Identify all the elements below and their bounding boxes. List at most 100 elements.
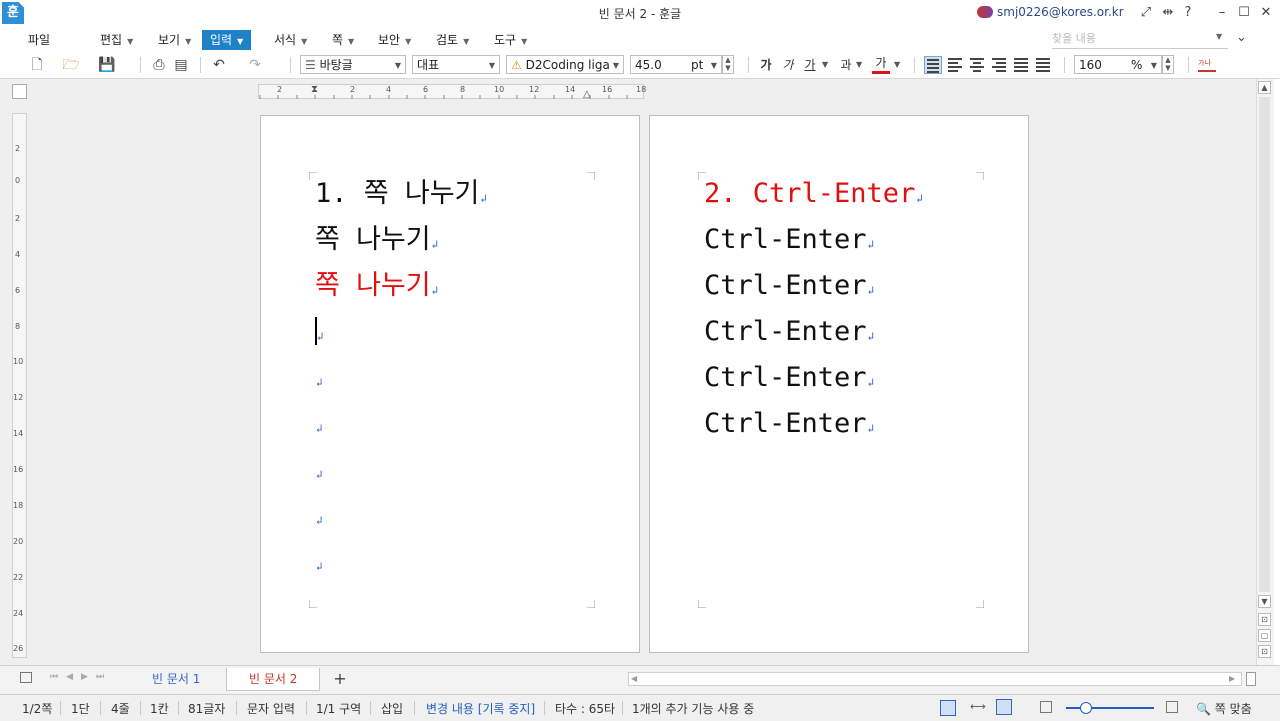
close-button[interactable]: ✕ — [1256, 3, 1276, 23]
align-left-button[interactable] — [946, 56, 964, 74]
align-center-button[interactable] — [968, 56, 986, 74]
page-select-icon[interactable]: ▢ — [1258, 629, 1271, 642]
menu-tools[interactable]: 도구 ▼ — [486, 30, 535, 50]
paragraph[interactable]: ↲ — [315, 355, 487, 401]
indent-marker-icon[interactable]: ⧗ — [311, 84, 318, 95]
paragraph[interactable]: ↲ — [315, 493, 487, 539]
status-input-mode[interactable]: 문자 입력 — [247, 700, 295, 717]
zoom-stepper[interactable]: ▲ ▼ — [1162, 55, 1174, 74]
paragraph[interactable]: Ctrl-Enter↲ — [704, 263, 923, 309]
undo-icon[interactable]: ↶ — [210, 56, 228, 74]
maximize-button[interactable]: ☐ — [1234, 3, 1254, 23]
ruler-corner-icon[interactable] — [12, 84, 27, 99]
font-size-input[interactable]: 45.0 pt ▼ — [630, 55, 722, 74]
zoom-slider-knob[interactable] — [1080, 702, 1092, 714]
new-document-icon[interactable]: 🗋 — [28, 56, 46, 74]
paragraph[interactable]: 쪽 나누기↲ — [315, 217, 487, 263]
menu-format[interactable]: 서식 ▼ — [266, 30, 315, 50]
italic-button[interactable]: 가 — [780, 56, 796, 74]
zoom-in-icon[interactable] — [1166, 701, 1178, 713]
menu-edit[interactable]: 편집 ▼ — [92, 30, 141, 50]
paragraph[interactable]: Ctrl-Enter↲ — [704, 217, 923, 263]
scroll-right-icon[interactable]: ▶ — [1229, 674, 1235, 683]
page-1[interactable]: 1. 쪽 나누기↲ 쪽 나누기↲ 쪽 나누기↲ ↲ ↲ ↲ ↲ ↲ ↲ — [260, 115, 640, 653]
font-size-stepper[interactable]: ▲ ▼ — [722, 55, 734, 74]
right-margin-marker-icon[interactable]: △ — [583, 89, 591, 100]
paragraph[interactable]: Ctrl-Enter↲ — [704, 355, 923, 401]
menu-insert[interactable]: 입력 ▼ — [202, 30, 252, 50]
scroll-left-icon[interactable]: ◀ — [631, 674, 637, 683]
page-1-body[interactable]: 1. 쪽 나누기↲ 쪽 나누기↲ 쪽 나누기↲ ↲ ↲ ↲ ↲ ↲ ↲ — [315, 171, 487, 585]
horizontal-ruler[interactable]: 2 2 4 6 8 10 12 14 16 18 ⧗ △ — [258, 84, 646, 100]
help-icon[interactable]: ? — [1178, 3, 1198, 23]
normal-view-icon[interactable] — [940, 700, 956, 716]
zoom-select[interactable]: 160 % ▼ — [1074, 55, 1162, 74]
redo-icon[interactable]: ↷ — [246, 56, 264, 74]
status-insert-mode[interactable]: 삽입 — [381, 700, 403, 717]
paragraph[interactable]: ↲ — [315, 309, 487, 355]
chevron-down-icon[interactable]: ▼ — [894, 60, 900, 69]
minimize-button[interactable]: – — [1212, 3, 1232, 23]
fit-page-button[interactable]: 🔍 쪽 맞춤 — [1196, 700, 1252, 717]
preview-icon[interactable]: ▤ — [172, 56, 190, 74]
paragraph-text: 쪽 나누기 — [315, 270, 431, 301]
bold-button[interactable]: 가 — [758, 56, 774, 74]
comment-icon[interactable] — [20, 672, 32, 683]
menu-page[interactable]: 쪽 ▼ — [324, 30, 362, 50]
split-handle-icon[interactable] — [1246, 672, 1256, 686]
underline-button[interactable]: 가 — [802, 56, 818, 74]
zoom-out-icon[interactable] — [1040, 701, 1052, 713]
print-icon[interactable]: ⎙ — [150, 56, 168, 74]
font-group-select[interactable]: 대표 ▼ — [412, 55, 500, 74]
paragraph[interactable]: ↲ — [315, 447, 487, 493]
save-icon[interactable]: 💾 — [98, 56, 116, 74]
horizontal-scrollbar[interactable]: ◀ ▶ — [628, 672, 1242, 686]
paragraph[interactable]: 1. 쪽 나누기↲ — [315, 171, 487, 217]
paragraph[interactable]: ↲ — [315, 539, 487, 585]
scroll-down-icon[interactable]: ▼ — [1258, 595, 1271, 608]
vertical-scrollbar[interactable]: ▲ ▼ ⊡ ▢ ⊡ — [1256, 79, 1274, 665]
strikethrough-button[interactable]: 과 — [838, 56, 854, 74]
full-page-view-icon[interactable] — [996, 699, 1012, 715]
fit-width-icon[interactable]: ⟷ — [970, 700, 986, 714]
page-2-body[interactable]: 2. Ctrl-Enter↲ Ctrl-Enter↲ Ctrl-Enter↲ C… — [704, 171, 923, 447]
account[interactable]: smj0226@kores.or.kr — [977, 5, 1124, 19]
chevron-down-icon[interactable]: ▼ — [856, 60, 862, 69]
align-divide-button[interactable] — [1034, 56, 1052, 74]
scroll-up-icon[interactable]: ▲ — [1258, 81, 1271, 94]
paragraph[interactable]: Ctrl-Enter↲ — [704, 401, 923, 447]
menu-view[interactable]: 보기 ▼ — [150, 30, 199, 50]
style-select[interactable]: ☰ 바탕글 ▼ — [300, 55, 406, 74]
tab-document-1[interactable]: 빈 문서 1 — [130, 668, 222, 690]
paragraph[interactable]: ↲ — [315, 401, 487, 447]
add-tab-button[interactable]: + — [326, 668, 354, 690]
menu-file[interactable]: 파일 — [20, 30, 58, 50]
vertical-ruler[interactable]: 2 0 2 4 6 8 10 12 14 16 18 20 22 24 26 — [12, 113, 27, 658]
paragraph[interactable]: 쪽 나누기↲ — [315, 263, 487, 309]
chevron-down-icon[interactable]: ▼ — [1216, 32, 1222, 41]
scroll-thumb[interactable] — [1259, 97, 1270, 592]
fullscreen-icon[interactable]: ⤢ — [1136, 3, 1156, 23]
font-name-select[interactable]: ⚠ D2Coding liga ▼ — [506, 55, 624, 74]
search-input[interactable]: 찾을 내용 — [1052, 30, 1228, 49]
open-folder-icon[interactable]: 🗁 — [62, 56, 80, 74]
page-down-icon[interactable]: ⊡ — [1258, 645, 1271, 658]
collapse-ribbon-icon[interactable]: ⌄ — [1236, 30, 1247, 45]
status-addons[interactable]: 1개의 추가 기능 사용 중 — [632, 700, 754, 717]
chevron-down-icon[interactable]: ▼ — [822, 60, 828, 69]
align-right-button[interactable] — [990, 56, 1008, 74]
status-track-changes[interactable]: 변경 내용 [기록 중지] — [426, 700, 535, 717]
page-up-icon[interactable]: ⊡ — [1258, 613, 1271, 626]
align-distribute-button[interactable] — [1012, 56, 1030, 74]
font-color-button[interactable]: 가 — [872, 56, 890, 74]
align-justify-button[interactable] — [924, 56, 942, 74]
format-painter-icon[interactable]: 가나 — [1198, 58, 1216, 72]
menu-review[interactable]: 검토 ▼ — [428, 30, 477, 50]
paragraph[interactable]: 2. Ctrl-Enter↲ — [704, 171, 923, 217]
page-2[interactable]: 2. Ctrl-Enter↲ Ctrl-Enter↲ Ctrl-Enter↲ C… — [649, 115, 1029, 653]
paragraph[interactable]: Ctrl-Enter↲ — [704, 309, 923, 355]
tab-document-2[interactable]: 빈 문서 2 — [226, 668, 321, 691]
menu-security[interactable]: 보안 ▼ — [370, 30, 419, 50]
tab-navigation-icons[interactable]: ⏮◀▶⏭ — [50, 672, 112, 682]
split-view-icon[interactable]: ⇹ — [1158, 3, 1178, 23]
